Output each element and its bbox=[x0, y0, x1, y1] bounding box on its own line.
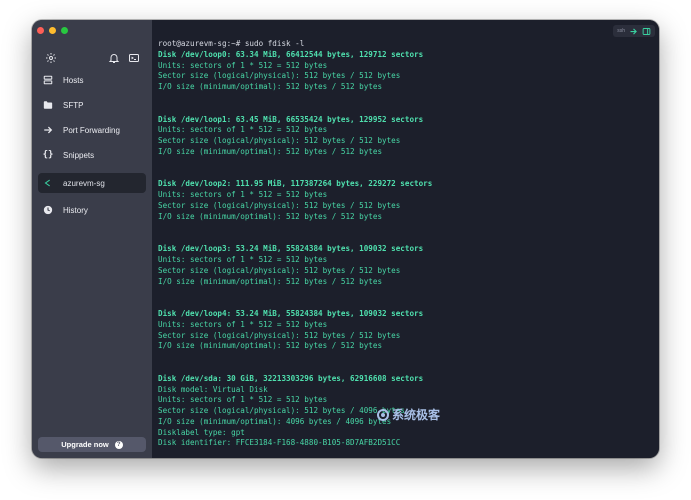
terminal-line: I/O size (minimum/optimal): 512 bytes / … bbox=[158, 276, 383, 286]
close-window-button[interactable] bbox=[37, 27, 44, 34]
connection-pill: ssh bbox=[617, 28, 625, 34]
terminal-line: I/O size (minimum/optimal): 512 bytes / … bbox=[158, 341, 383, 351]
sidebar-item-port-forwarding[interactable]: Port Forwarding bbox=[38, 120, 146, 140]
share-icon[interactable] bbox=[628, 26, 638, 36]
terminal-line: Disk /dev/loop3: 53.24 MiB, 55824384 byt… bbox=[158, 244, 424, 254]
braces-icon: {} bbox=[42, 150, 54, 160]
terminal-line: Disk /dev/loop2: 111.95 MiB, 117387264 b… bbox=[158, 179, 433, 189]
terminal-line: Sector size (logical/physical): 512 byte… bbox=[158, 200, 401, 210]
terminal-output[interactable]: root@azurevm-sg:~# sudo fdisk -l Disk /de… bbox=[158, 39, 648, 449]
sidebar-item-hosts[interactable]: Hosts bbox=[38, 70, 146, 90]
window-controls bbox=[37, 27, 68, 34]
clock-icon bbox=[38, 205, 58, 215]
terminal-line: I/O size (minimum/optimal): 512 bytes / … bbox=[158, 146, 383, 156]
terminal-line: root@azurevm-sg:~# sudo fdisk -l bbox=[158, 39, 305, 48]
terminal-line: Units: sectors of 1 * 512 = 512 bytes bbox=[158, 319, 328, 329]
upgrade-button[interactable]: Upgrade now ? bbox=[38, 437, 146, 452]
sidebar-item-sftp[interactable]: SFTP bbox=[38, 95, 146, 115]
sidebar-item-label: Port Forwarding bbox=[63, 125, 120, 135]
sidebar-item-label: History bbox=[63, 205, 88, 215]
terminal-line: I/O size (minimum/optimal): 512 bytes / … bbox=[158, 82, 383, 92]
terminal-line: Disk /dev/loop1: 63.45 MiB, 66535424 byt… bbox=[158, 114, 424, 124]
sidebar-item-label: Hosts bbox=[63, 75, 84, 85]
terminal-line: Units: sectors of 1 * 512 = 512 bytes bbox=[158, 395, 328, 405]
terminal-line: Disklabel type: gpt bbox=[158, 427, 245, 437]
watermark-text: 系统极客 bbox=[392, 408, 441, 422]
terminal-line: Sector size (logical/physical): 512 byte… bbox=[158, 330, 401, 340]
folder-icon bbox=[38, 100, 58, 110]
help-icon: ? bbox=[114, 440, 123, 449]
sidebar-item-history[interactable]: History bbox=[38, 200, 146, 220]
arrow-right-icon bbox=[38, 125, 58, 135]
terminal-line: Sector size (logical/physical): 512 byte… bbox=[158, 265, 401, 275]
app-window: Hosts SFTP Port Forwarding {} Snippets a… bbox=[32, 20, 659, 458]
sidebar-toolbar bbox=[32, 51, 152, 65]
sidebar-item-label: SFTP bbox=[63, 100, 84, 110]
terminal-line: Sector size (logical/physical): 512 byte… bbox=[158, 71, 401, 81]
terminal-line: Sector size (logical/physical): 512 byte… bbox=[158, 136, 401, 146]
terminal-line: Units: sectors of 1 * 512 = 512 bytes bbox=[158, 60, 328, 70]
upgrade-label: Upgrade now bbox=[61, 440, 109, 449]
terminal-line: Units: sectors of 1 * 512 = 512 bytes bbox=[158, 254, 328, 264]
settings-icon[interactable] bbox=[45, 51, 57, 63]
split-view-icon[interactable] bbox=[641, 26, 651, 36]
terminal-tab-icon bbox=[38, 178, 58, 188]
minimize-window-button[interactable] bbox=[49, 27, 56, 34]
terminal-toolbar: ssh bbox=[613, 25, 655, 37]
terminal-line: Disk /dev/loop4: 53.24 MiB, 55824384 byt… bbox=[158, 308, 424, 318]
server-icon bbox=[38, 75, 58, 85]
terminal-line: Disk model: Virtual Disk bbox=[158, 384, 268, 394]
sidebar-item-label: Snippets bbox=[63, 150, 95, 160]
zoom-window-button[interactable] bbox=[61, 27, 68, 34]
terminal-line: Disk /dev/sda: 30 GiB, 32213303296 bytes… bbox=[158, 373, 424, 383]
watermark-logo-icon bbox=[377, 408, 389, 421]
watermark: 系统极客 bbox=[377, 406, 440, 423]
terminal-line: Units: sectors of 1 * 512 = 512 bytes bbox=[158, 125, 328, 135]
terminal-icon[interactable] bbox=[128, 51, 140, 63]
terminal-line: I/O size (minimum/optimal): 512 bytes / … bbox=[158, 211, 383, 221]
sidebar-item-snippets[interactable]: {} Snippets bbox=[38, 145, 146, 165]
sidebar-item-azurevm-sg[interactable]: azurevm-sg bbox=[38, 173, 146, 193]
sidebar-item-label: azurevm-sg bbox=[63, 178, 105, 188]
terminal-line: Units: sectors of 1 * 512 = 512 bytes bbox=[158, 190, 328, 200]
terminal-pane[interactable]: ssh root@azurevm-sg:~# sudo fdisk -l Disk… bbox=[152, 20, 659, 458]
terminal-line: Disk /dev/loop0: 63.34 MiB, 66412544 byt… bbox=[158, 49, 424, 59]
bell-icon[interactable] bbox=[108, 51, 120, 63]
sidebar: Hosts SFTP Port Forwarding {} Snippets a… bbox=[32, 20, 152, 458]
terminal-line: Disk identifier: FFCE3184-F168-4880-B105… bbox=[158, 438, 401, 448]
